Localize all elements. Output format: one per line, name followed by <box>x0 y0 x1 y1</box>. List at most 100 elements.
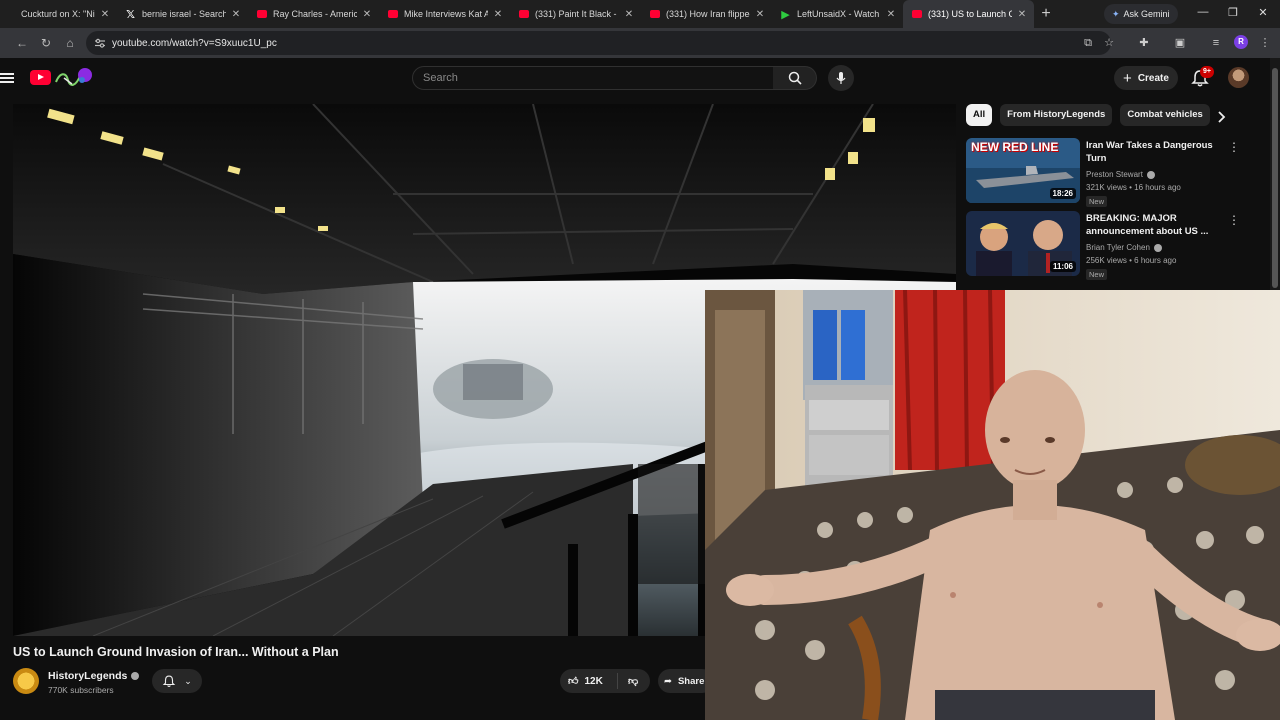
recommended-video[interactable]: NEW RED LINE 18:26 Iran War Takes a Dang… <box>966 138 1246 207</box>
url-text: youtube.com/watch?v=S9xuuc1U_pc <box>112 37 277 49</box>
video-thumbnail[interactable]: NEW RED LINE 18:26 <box>966 138 1080 203</box>
recommended-channel-label: Preston Stewart <box>1086 170 1143 179</box>
bookmark-star-icon[interactable]: ☆ <box>1102 35 1116 51</box>
like-dislike-group: 👍︎ 12K 👎︎ <box>560 669 650 693</box>
browser-tab-strip: Cuckturd on X: "Nick Fu ✕ 𝕏 bernie israe… <box>0 0 1280 28</box>
browser-tab[interactable]: 𝕏 bernie israel - Search / ✕ <box>117 0 248 28</box>
tab-title: (331) US to Launch Gro <box>928 9 1012 19</box>
install-app-icon[interactable]: ⧉ <box>1081 35 1095 51</box>
page-scrollbar[interactable] <box>1270 58 1280 298</box>
channel-avatar[interactable] <box>13 668 39 694</box>
site-settings-icon[interactable] <box>94 37 106 49</box>
search-icon <box>788 71 802 85</box>
browser-toolbar: ← ↻ ⌂ youtube.com/watch?v=S9xuuc1U_pc ⧉ … <box>0 28 1280 58</box>
browser-tab[interactable]: (331) How Iran flipped ✕ <box>641 0 772 28</box>
close-tab-icon[interactable]: ✕ <box>230 9 242 20</box>
tab-title: Mike Interviews Kat Ab <box>404 9 488 19</box>
youtube-icon <box>649 9 660 20</box>
voice-search-button[interactable] <box>828 65 854 91</box>
chip-all[interactable]: All <box>966 104 993 126</box>
share-arrow-icon: ➦ <box>664 675 672 687</box>
recommended-video[interactable]: 11:06 BREAKING: MAJOR announcement about… <box>966 211 1246 280</box>
close-tab-icon[interactable]: ✕ <box>885 9 897 20</box>
webcam-image-person-on-bed <box>705 290 1280 720</box>
chip-from-channel[interactable]: From HistoryLegends <box>1000 104 1113 126</box>
search-button[interactable] <box>773 66 817 90</box>
recommended-meta: 321K views • 16 hours ago <box>1086 183 1181 192</box>
youtube-masthead: Search + Create 9+ <box>0 58 1280 100</box>
tab-title: LeftUnsaidX - Watch th <box>797 9 881 19</box>
browser-tab-active[interactable]: (331) US to Launch Gro ✕ <box>903 0 1034 28</box>
search-input[interactable]: Search <box>412 66 774 90</box>
close-tab-icon[interactable]: ✕ <box>623 9 635 20</box>
tab-title: (331) How Iran flipped <box>666 9 750 19</box>
x-logo-icon <box>4 9 15 20</box>
home-icon[interactable]: ⌂ <box>62 35 78 51</box>
more-actions-icon[interactable]: ⋮ <box>1228 140 1240 154</box>
verified-check-icon <box>1153 243 1162 252</box>
more-actions-icon[interactable]: ⋮ <box>1228 213 1240 227</box>
browser-tab[interactable]: Cuckturd on X: "Nick Fu ✕ <box>0 0 117 28</box>
youtube-icon <box>387 9 398 20</box>
recommended-title: BREAKING: MAJOR announcement about US ..… <box>1086 213 1209 237</box>
create-label: Create <box>1137 72 1169 84</box>
youtube-doodle-logo[interactable] <box>54 66 94 90</box>
browser-tab[interactable]: Mike Interviews Kat Ab ✕ <box>379 0 510 28</box>
hamburger-menu-icon[interactable] <box>0 71 14 85</box>
extensions-icon[interactable]: ✚ <box>1137 35 1151 51</box>
address-bar[interactable]: youtube.com/watch?v=S9xuuc1U_pc <box>86 31 1111 55</box>
recommended-channel-label: Brian Tyler Cohen <box>1086 243 1150 252</box>
reading-list-icon[interactable]: ≡ <box>1209 35 1223 51</box>
chip-combat-vehicles[interactable]: Combat vehicles <box>1120 104 1210 126</box>
browser-tab[interactable]: (331) Paint It Black - Yo ✕ <box>510 0 641 28</box>
video-duration: 11:06 <box>1049 261 1076 272</box>
video-duration: 18:26 <box>1049 188 1076 199</box>
channel-name-label: HistoryLegends <box>48 670 128 682</box>
verified-check-icon <box>1146 170 1155 179</box>
profile-initial: R <box>1234 35 1248 49</box>
side-panel-icon[interactable]: ▣ <box>1173 35 1187 51</box>
close-tab-icon[interactable]: ✕ <box>492 9 504 20</box>
scrollbar-thumb[interactable] <box>1272 68 1278 288</box>
new-tab-button[interactable]: + <box>1034 5 1058 23</box>
channel-name[interactable]: HistoryLegends <box>48 670 140 682</box>
tab-title: Ray Charles - America <box>273 9 357 19</box>
like-button[interactable]: 👍︎ 12K <box>560 673 618 689</box>
close-tab-icon[interactable]: ✕ <box>1016 9 1028 20</box>
minimize-icon[interactable]: — <box>1196 6 1210 18</box>
share-label: Share <box>677 675 705 687</box>
notification-count-badge: 9+ <box>1200 66 1214 78</box>
recommended-channel: Preston Stewart <box>1086 170 1155 179</box>
thumbnail-caption: NEW RED LINE <box>971 140 1059 154</box>
subscription-bell-button[interactable]: ⌄ <box>152 669 202 693</box>
close-tab-icon[interactable]: ✕ <box>99 9 111 20</box>
back-icon[interactable]: ← <box>14 35 30 51</box>
close-window-icon[interactable]: ✕ <box>1256 6 1270 19</box>
new-badge: New <box>1086 269 1108 280</box>
close-tab-icon[interactable]: ✕ <box>361 9 373 20</box>
profile-icon[interactable]: R <box>1234 35 1248 49</box>
youtube-logo-icon[interactable] <box>30 70 51 85</box>
youtube-icon <box>518 9 529 20</box>
tab-title: bernie israel - Search / <box>142 9 226 19</box>
video-thumbnail[interactable]: 11:06 <box>966 211 1080 276</box>
x-logo-icon: 𝕏 <box>126 8 135 21</box>
browser-tab[interactable]: Ray Charles - America ✕ <box>248 0 379 28</box>
chrome-menu-icon[interactable]: ⋮ <box>1258 35 1272 51</box>
ask-gemini-button[interactable]: ✦ Ask Gemini <box>1104 4 1178 24</box>
dislike-button[interactable]: 👎︎ <box>618 675 638 687</box>
verified-check-icon <box>131 672 140 680</box>
account-avatar[interactable] <box>1228 67 1249 88</box>
recommended-channel: Brian Tyler Cohen <box>1086 243 1162 252</box>
maximize-icon[interactable]: ❐ <box>1226 6 1240 19</box>
chevron-right-icon[interactable] <box>1214 110 1228 124</box>
tab-title: Cuckturd on X: "Nick Fu <box>21 9 95 19</box>
recommended-meta: 256K views • 6 hours ago <box>1086 256 1177 265</box>
close-tab-icon[interactable]: ✕ <box>754 9 766 20</box>
microphone-icon <box>836 72 846 84</box>
chevron-down-icon: ⌄ <box>184 675 192 686</box>
create-button[interactable]: + Create <box>1114 66 1178 90</box>
browser-tab[interactable]: ▶ LeftUnsaidX - Watch th ✕ <box>772 0 903 28</box>
reload-icon[interactable]: ↻ <box>38 35 54 51</box>
bell-icon <box>162 675 176 687</box>
